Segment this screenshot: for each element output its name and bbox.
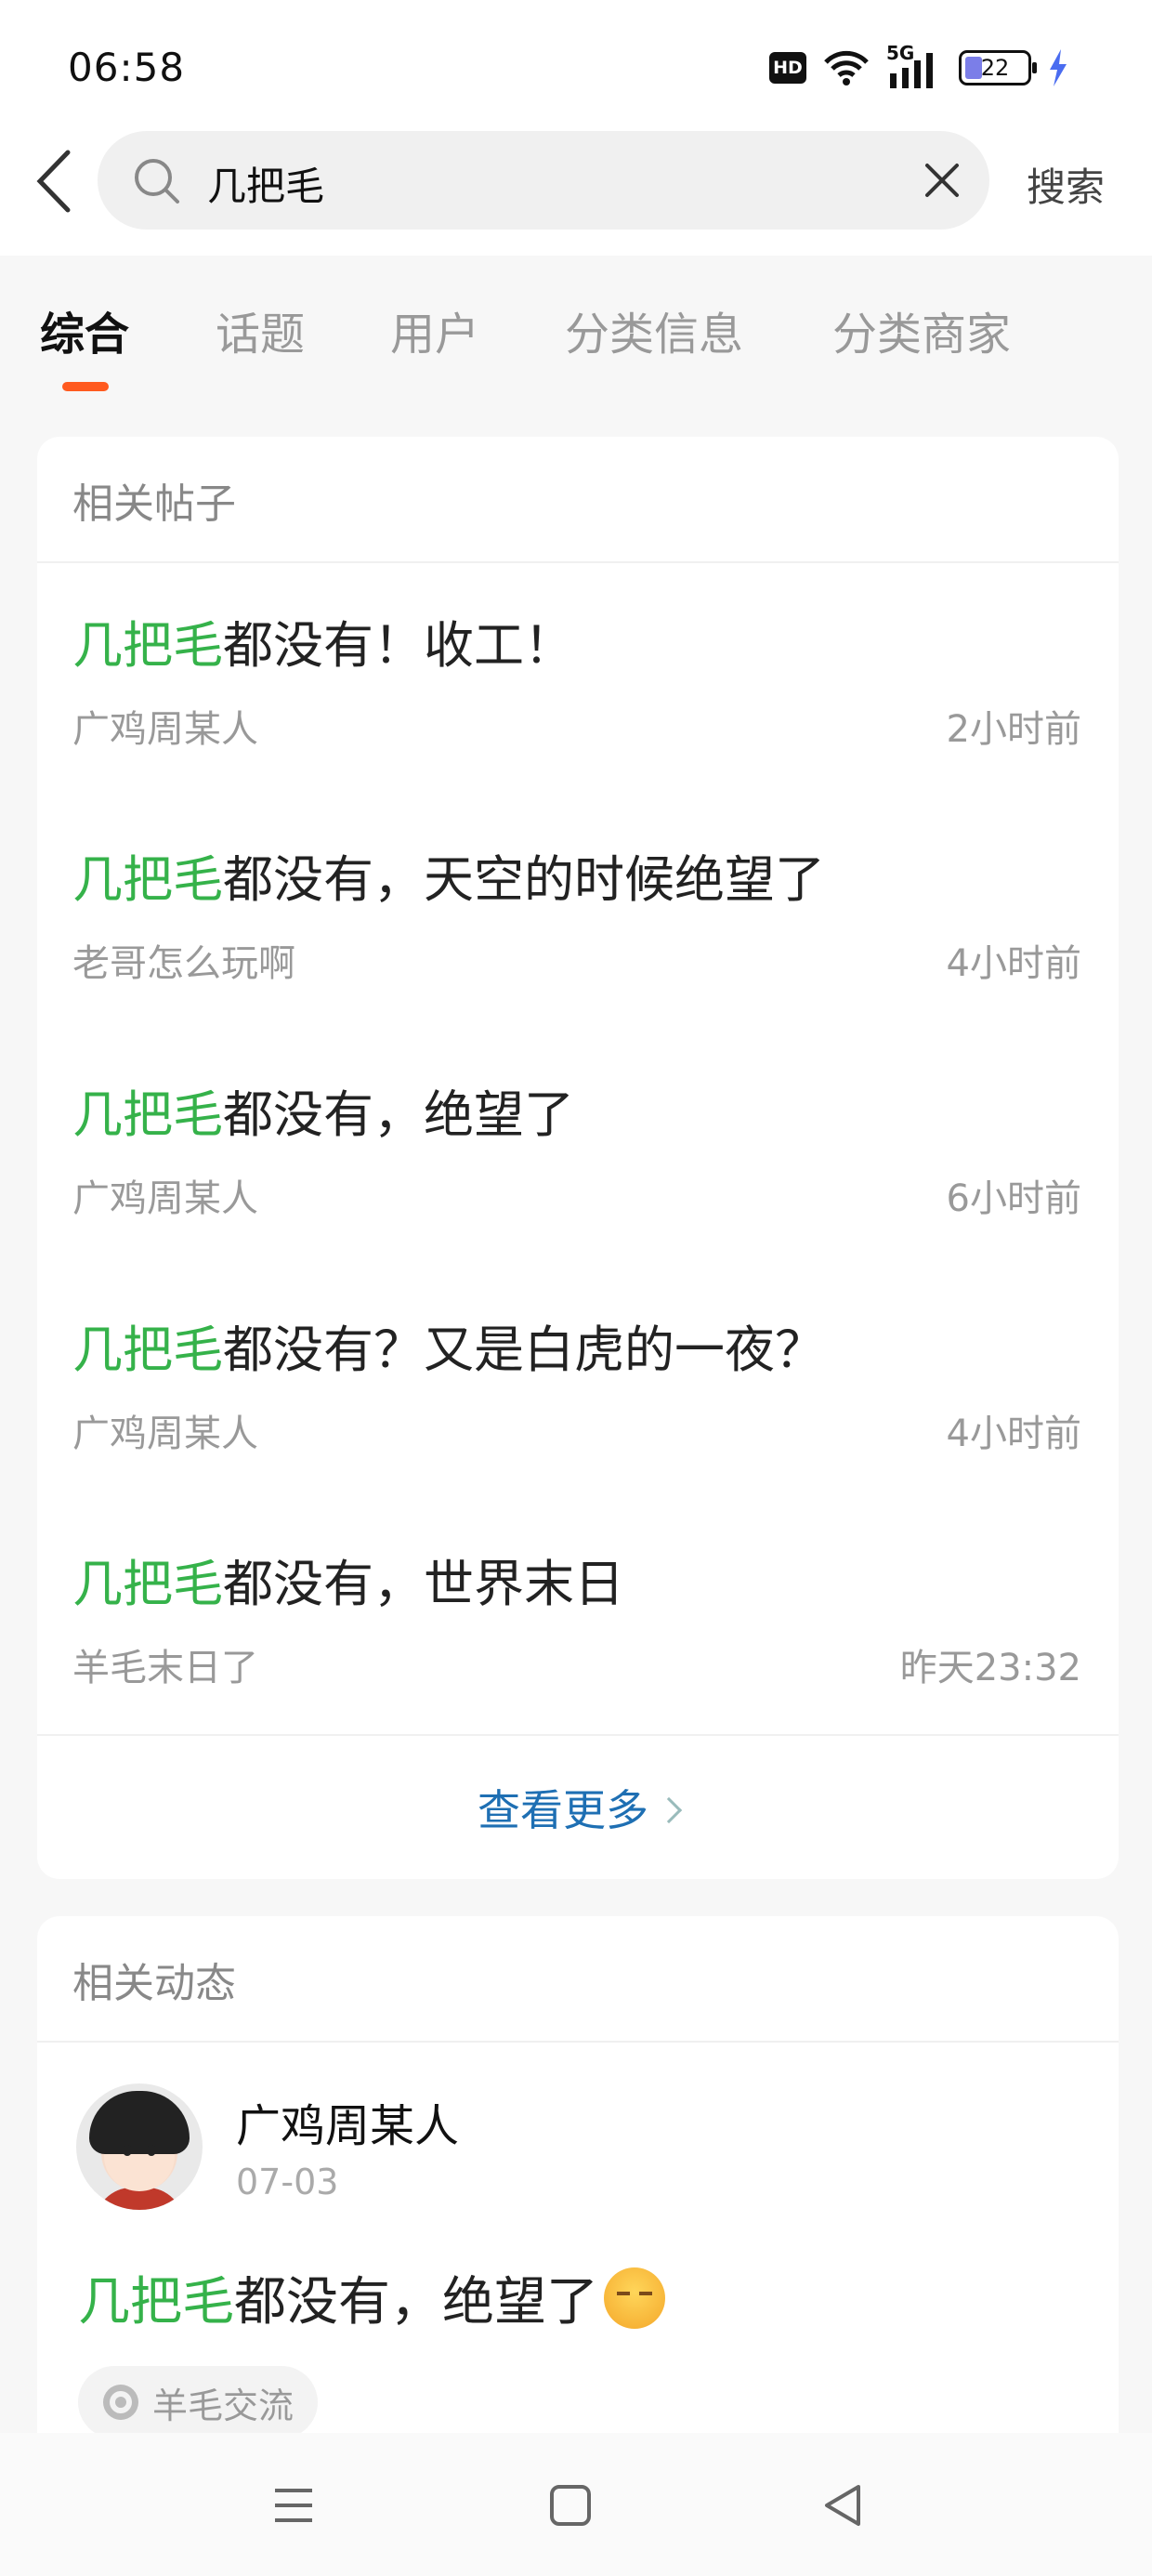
back-triangle-icon[interactable] <box>816 2477 871 2533</box>
post-title-text: 都没有？又是白虎的一夜？ <box>223 1321 825 1379</box>
hd-icon: HD <box>769 52 806 84</box>
section-title: 相关动态 <box>72 1960 236 2007</box>
post-author: 羊毛末日了 <box>72 1647 258 1689</box>
view-more-label: 查看更多 <box>478 1785 648 1835</box>
post-title-highlight: 几把毛 <box>72 1085 223 1144</box>
post-title: 几把毛都没有！收工！ <box>72 604 574 677</box>
chevron-left-icon <box>36 150 71 213</box>
post-title: 几把毛都没有，世界末日 <box>72 1543 624 1616</box>
feed-text[interactable]: 几把毛都没有，绝望了 <box>78 2260 665 2336</box>
battery-level: 22 <box>980 55 1010 81</box>
post-item[interactable]: 几把毛都没有，世界末日 羊毛末日了 昨天23:32 <box>37 1543 1119 1775</box>
charging-icon <box>1050 49 1067 86</box>
search-icon <box>135 159 179 204</box>
tab-overall[interactable]: 综合 <box>40 297 129 362</box>
post-time: 6小时前 <box>946 1177 1081 1220</box>
network-type: 5G <box>886 42 915 64</box>
active-tab-indicator <box>62 382 109 391</box>
chevron-right-icon <box>655 1796 683 1823</box>
post-time: 4小时前 <box>946 942 1081 985</box>
post-title-text: 都没有，世界末日 <box>223 1555 624 1613</box>
post-title-text: 都没有！收工！ <box>223 616 574 675</box>
post-author: 广鸡周某人 <box>72 1177 258 1220</box>
post-title-text: 都没有，绝望了 <box>223 1085 574 1144</box>
post-time: 4小时前 <box>946 1413 1081 1455</box>
post-title-highlight: 几把毛 <box>72 616 223 675</box>
status-bar: 06:58 HD 5G 22 <box>0 0 1152 130</box>
topic-label: 羊毛交流 <box>152 2385 295 2426</box>
post-title: 几把毛都没有？又是白虎的一夜？ <box>72 1308 825 1382</box>
post-item[interactable]: 几把毛都没有！收工！ 广鸡周某人 2小时前 <box>37 604 1119 836</box>
topic-chip[interactable]: 羊毛交流 <box>78 2366 319 2438</box>
clear-icon[interactable] <box>919 157 965 204</box>
post-title-highlight: 几把毛 <box>72 1555 223 1613</box>
topic-target-icon <box>103 2385 138 2420</box>
post-time: 2小时前 <box>946 708 1081 751</box>
post-title-highlight: 几把毛 <box>72 1321 223 1379</box>
tab-users[interactable]: 用户 <box>390 297 479 362</box>
battery-icon: 22 <box>959 50 1037 85</box>
home-square-icon[interactable] <box>543 2477 598 2533</box>
search-query: 几把毛 <box>207 164 325 209</box>
exasperated-face-emoji-icon <box>604 2267 665 2329</box>
feed-date: 07-03 <box>236 2162 339 2202</box>
back-button[interactable] <box>20 144 85 218</box>
post-time: 昨天23:32 <box>899 1647 1081 1689</box>
post-title: 几把毛都没有，绝望了 <box>72 1073 574 1147</box>
post-item[interactable]: 几把毛都没有？又是白虎的一夜？ 广鸡周某人 4小时前 <box>37 1308 1119 1541</box>
menu-icon[interactable] <box>266 2477 321 2533</box>
view-more-link[interactable]: 查看更多 <box>37 1777 1119 1838</box>
tab-bar: 综合 话题 用户 分类信息 分类商家 <box>0 297 1152 400</box>
tab-topics[interactable]: 话题 <box>216 297 305 362</box>
post-author: 老哥怎么玩啊 <box>72 942 295 985</box>
related-posts-card: 相关帖子 几把毛都没有！收工！ 广鸡周某人 2小时前 几把毛都没有，天空的时候绝… <box>37 437 1119 1879</box>
status-time: 06:58 <box>68 45 186 90</box>
post-title: 几把毛都没有，天空的时候绝望了 <box>72 838 825 912</box>
divider <box>37 2041 1119 2043</box>
search-input[interactable]: 几把毛 <box>98 131 989 230</box>
post-item[interactable]: 几把毛都没有，绝望了 广鸡周某人 6小时前 <box>37 1073 1119 1306</box>
wifi-icon <box>824 50 869 85</box>
divider <box>37 1734 1119 1736</box>
post-title-highlight: 几把毛 <box>72 850 223 909</box>
status-icons: HD 5G 22 <box>769 42 1068 91</box>
post-title-text: 都没有，天空的时候绝望了 <box>223 850 825 909</box>
feed-text-body: 都没有，绝望了 <box>234 2272 598 2333</box>
feed-text-highlight: 几把毛 <box>78 2272 234 2333</box>
feed-username[interactable]: 广鸡周某人 <box>236 2089 459 2154</box>
system-nav-bar <box>0 2433 1152 2576</box>
divider <box>37 561 1119 563</box>
avatar[interactable] <box>76 2083 203 2210</box>
related-feed-card: 相关动态 广鸡周某人 07-03 几把毛都没有，绝望了 羊毛交流 <box>37 1916 1119 2474</box>
tab-classifieds[interactable]: 分类信息 <box>565 297 743 362</box>
search-button[interactable]: 搜索 <box>1027 156 1105 213</box>
signal-icon: 5G <box>886 42 942 88</box>
tab-merchants[interactable]: 分类商家 <box>832 297 1011 362</box>
post-author: 广鸡周某人 <box>72 1413 258 1455</box>
post-item[interactable]: 几把毛都没有，天空的时候绝望了 老哥怎么玩啊 4小时前 <box>37 838 1119 1071</box>
post-author: 广鸡周某人 <box>72 708 258 751</box>
section-title: 相关帖子 <box>72 480 236 528</box>
